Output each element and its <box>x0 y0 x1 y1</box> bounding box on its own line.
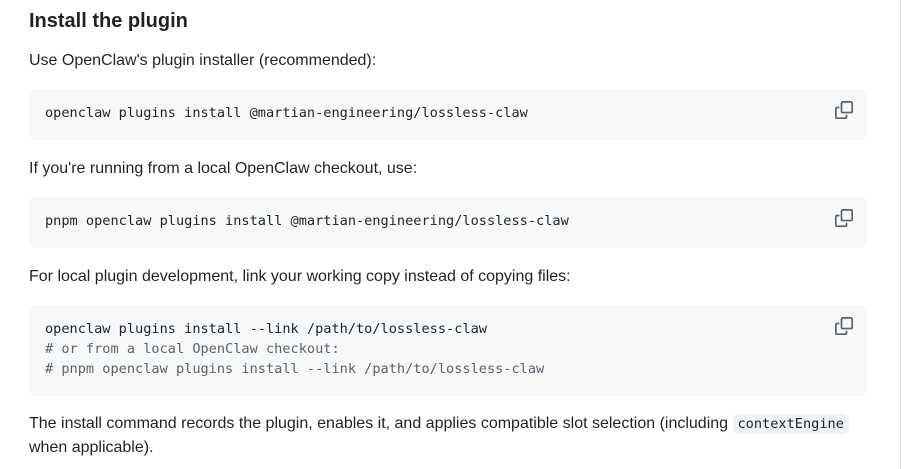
summary-paragraph: The install command records the plugin, … <box>29 412 867 460</box>
code-block-install: openclaw plugins install @martian-engine… <box>29 89 867 140</box>
section-heading: Install the plugin <box>29 10 188 32</box>
copy-icon <box>835 209 853 227</box>
code-line: openclaw plugins install --link /path/to… <box>45 321 487 337</box>
copy-button[interactable] <box>835 209 853 227</box>
inline-code-context-engine: contextEngine <box>732 414 849 434</box>
copy-icon <box>835 317 853 335</box>
code-line: openclaw plugins install @martian-engine… <box>45 105 528 121</box>
dev-link-paragraph: For local plugin development, link your … <box>29 268 571 285</box>
local-checkout-paragraph: If you're running from a local OpenClaw … <box>29 160 418 177</box>
copy-button[interactable] <box>835 317 853 335</box>
copy-icon <box>835 101 853 119</box>
content-divider <box>900 0 901 469</box>
intro-paragraph: Use OpenClaw's plugin installer (recomme… <box>29 52 377 69</box>
readme-section: Install the plugin Use OpenClaw's plugin… <box>0 0 908 469</box>
code-line: pnpm openclaw plugins install @martian-e… <box>45 213 569 229</box>
code-block-link-install: openclaw plugins install --link /path/to… <box>29 305 867 396</box>
code-block-pnpm-install: pnpm openclaw plugins install @martian-e… <box>29 197 867 248</box>
summary-text-after: when applicable). <box>29 439 154 456</box>
code-comment-line: # or from a local OpenClaw checkout: <box>45 341 340 357</box>
code-comment-line: # pnpm openclaw plugins install --link /… <box>45 361 545 377</box>
copy-button[interactable] <box>835 101 853 119</box>
summary-text-before: The install command records the plugin, … <box>29 415 733 432</box>
